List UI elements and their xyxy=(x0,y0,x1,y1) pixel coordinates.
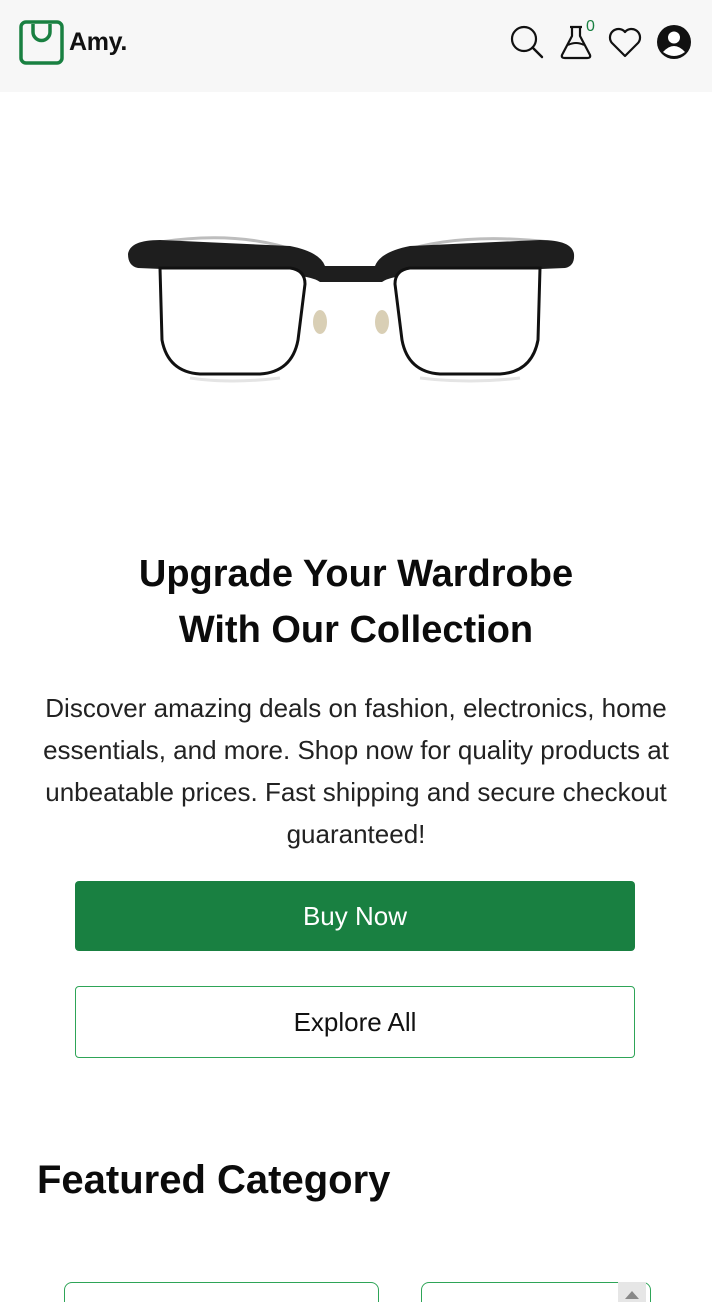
category-card[interactable] xyxy=(421,1282,651,1302)
account-button[interactable] xyxy=(656,24,692,60)
cart-count-badge: 0 xyxy=(586,18,595,35)
shopping-bag-logo-icon xyxy=(19,20,64,65)
search-button[interactable] xyxy=(509,24,545,60)
heart-icon xyxy=(608,27,642,58)
arrow-up-icon xyxy=(625,1291,639,1299)
brand-name: Amy. xyxy=(69,28,128,56)
site-header: Amy. 0 xyxy=(0,0,712,92)
eyeglasses-product-image xyxy=(128,236,575,383)
hero-title-line-1: Upgrade Your Wardrobe xyxy=(138,553,574,595)
explore-all-button[interactable]: Explore All xyxy=(75,986,635,1058)
hero-title: Upgrade Your Wardrobe With Our Collectio… xyxy=(0,546,712,658)
brand-logo[interactable]: Amy. xyxy=(19,20,127,65)
featured-category-heading: Featured Category xyxy=(37,1158,391,1202)
account-icon xyxy=(657,25,691,59)
category-card[interactable] xyxy=(64,1282,379,1302)
hero-description: Discover amazing deals on fashion, elect… xyxy=(43,693,669,849)
buy-now-button[interactable]: Buy Now xyxy=(75,881,635,951)
search-icon xyxy=(510,25,544,59)
hero-title-line-2: With Our Collection xyxy=(178,609,534,651)
scroll-to-top-button[interactable] xyxy=(618,1282,646,1302)
wishlist-button[interactable] xyxy=(607,24,643,60)
